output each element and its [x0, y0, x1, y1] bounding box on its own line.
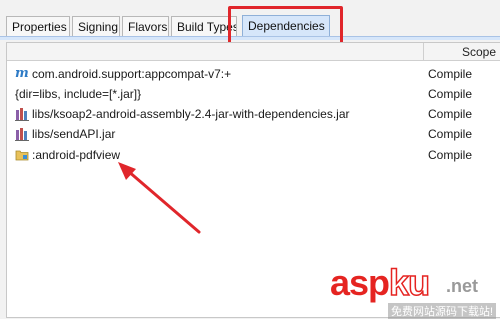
watermark-text: aspku: [330, 262, 431, 304]
watermark-domain: .net: [446, 276, 479, 296]
watermark-logo: aspku .net 免费网站源码下载站!: [330, 262, 500, 319]
watermark-subtitle: 免费网站源码下载站!: [388, 303, 497, 319]
